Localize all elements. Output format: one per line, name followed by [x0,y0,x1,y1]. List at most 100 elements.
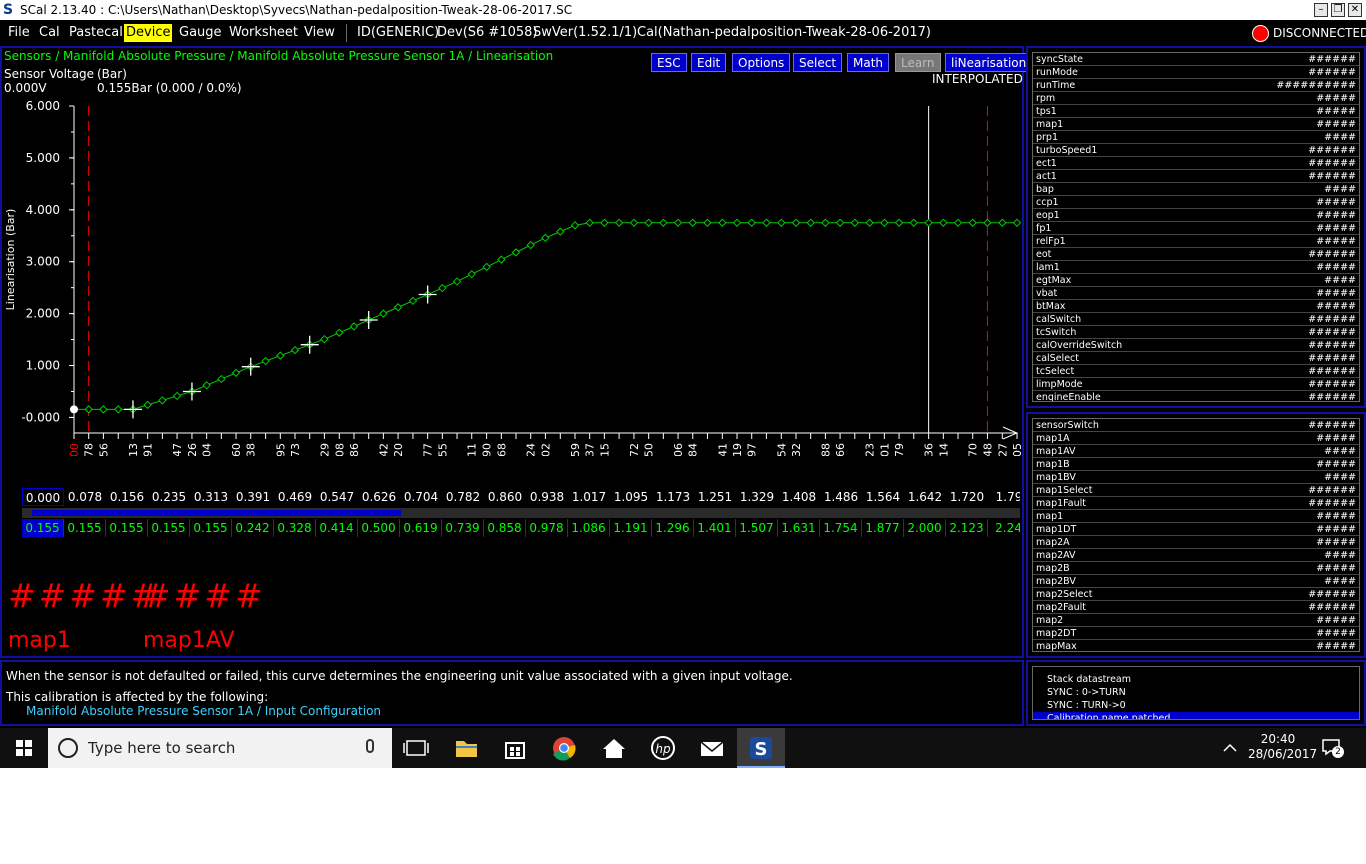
channel-row[interactable]: map2Select ###### [1033,588,1359,601]
value-cell[interactable]: 0.619 [400,519,442,537]
channel-row[interactable]: syncState ###### [1033,53,1359,66]
channel-row[interactable]: tcSwitch ###### [1033,326,1359,339]
data-point[interactable] [276,351,285,360]
value-cell[interactable]: 0.155 [64,519,106,537]
x-cell[interactable]: 0.860 [484,488,526,506]
x-cell[interactable]: 1.329 [736,488,778,506]
channel-row[interactable]: map1BV #### [1033,471,1359,484]
channel-row[interactable]: map1 ##### [1033,118,1359,131]
minimize-button[interactable]: – [1314,3,1328,17]
channel-row[interactable]: map2B ##### [1033,562,1359,575]
value-cell[interactable]: 0.328 [274,519,316,537]
channel-row[interactable]: calSelect ###### [1033,352,1359,365]
channel-row[interactable]: map2 ##### [1033,614,1359,627]
data-point[interactable] [482,262,491,272]
mail-button[interactable] [688,728,736,768]
x-cell[interactable]: 0.547 [316,488,358,506]
learn-button[interactable]: Learn [895,53,941,72]
value-cell[interactable]: 1.631 [778,519,820,537]
data-point[interactable] [467,269,476,279]
channel-list-map[interactable]: sensorSwitch ###### map1A ##### map1AV #### ma… [1032,418,1360,652]
edit-button[interactable]: Edit [691,53,727,72]
data-point[interactable] [614,218,624,227]
channel-row[interactable]: ccp1 ##### [1033,196,1359,209]
data-point[interactable] [747,218,756,227]
x-cell[interactable]: 1.720 [946,488,988,506]
data-point[interactable] [909,218,918,227]
channel-row[interactable]: btMax ##### [1033,300,1359,313]
data-point[interactable] [556,227,565,236]
marked-point[interactable] [418,285,437,304]
data-point[interactable] [99,405,108,414]
data-point[interactable] [762,218,771,227]
channel-row[interactable]: map1DT ##### [1033,523,1359,536]
value-cell[interactable]: 0.155 [190,519,232,537]
channel-row[interactable]: egtMax #### [1033,274,1359,287]
linearisation-chart[interactable]: 6.000 5.000 4.000 3.000 2.000 1.000 -0.000 Line… [2,96,1022,456]
message-item[interactable]: SYNC : 0->TURN [1033,686,1359,699]
start-button[interactable] [0,728,48,768]
channel-row[interactable]: tps1 ##### [1033,105,1359,118]
data-point[interactable] [349,322,359,331]
menu-gauge[interactable]: Gauge [177,24,224,42]
data-point[interactable] [924,218,933,227]
channel-row[interactable]: map1 ##### [1033,510,1359,523]
data-point[interactable] [231,368,241,378]
value-cell[interactable]: 0.155 [22,519,64,537]
channel-row[interactable]: rpm ##### [1033,92,1359,105]
channel-row[interactable]: engineEnable ###### [1033,391,1359,401]
data-point[interactable] [585,218,594,227]
data-point[interactable] [983,218,992,227]
task-view-button[interactable] [392,728,440,768]
value-cell[interactable]: 0.739 [442,519,484,537]
data-point[interactable] [835,218,845,227]
value-cell[interactable]: 0.155 [148,519,190,537]
data-point[interactable] [438,283,447,293]
channel-row[interactable]: mapMax ##### [1033,640,1359,651]
channel-row[interactable]: lam1 ##### [1033,261,1359,274]
store-button[interactable] [491,728,539,768]
scal-taskbar-button[interactable]: S [737,728,785,768]
menu-worksheet[interactable]: Worksheet [227,24,300,42]
channel-row[interactable]: runTime ########## [1033,79,1359,92]
channel-row[interactable]: vbat ##### [1033,287,1359,300]
data-point[interactable] [718,218,727,227]
data-point[interactable] [673,218,683,227]
close-button[interactable]: ✕ [1348,3,1362,17]
file-explorer-button[interactable] [442,728,490,768]
value-cell[interactable]: 1.191 [610,519,652,537]
channel-row[interactable]: map1AV #### [1033,445,1359,458]
x-cell[interactable]: 0.938 [526,488,568,506]
data-point[interactable] [850,218,859,227]
input-configuration-link[interactable]: Manifold Absolute Pressure Sensor 1A / I… [26,704,381,718]
x-cell[interactable]: 0.626 [358,488,400,506]
data-point[interactable] [703,218,712,227]
data-point[interactable] [497,255,506,264]
channel-row[interactable]: sensorSwitch ###### [1033,419,1359,432]
value-cell[interactable]: 2.24 [988,519,1020,537]
menu-device[interactable]: Device [124,24,173,42]
data-point[interactable] [320,335,329,344]
hp-button[interactable]: hp [639,728,687,768]
value-cell[interactable]: 1.507 [736,519,778,537]
value-cell[interactable]: 0.242 [232,519,274,537]
menu-file[interactable]: File [6,24,32,42]
chevron-up-icon[interactable] [1222,740,1238,756]
data-point[interactable] [84,405,93,414]
x-cell[interactable]: 1.79 [988,488,1020,506]
channel-row[interactable]: eop1 ##### [1033,209,1359,222]
select-button[interactable]: Select [793,53,843,72]
restore-button[interactable]: ❐ [1331,3,1345,17]
data-point[interactable] [217,374,226,384]
x-cell[interactable]: 0.078 [64,488,106,506]
channel-row[interactable]: map1A ##### [1033,432,1359,445]
message-item[interactable]: SYNC : TURN->0 [1033,699,1359,712]
value-cell[interactable]: 2.123 [946,519,988,537]
value-cell[interactable]: 1.296 [652,519,694,537]
value-cell[interactable]: 1.401 [694,519,736,537]
value-cell[interactable]: 1.086 [568,519,610,537]
channel-row[interactable]: tcSelect ###### [1033,365,1359,378]
data-point[interactable] [998,218,1007,227]
data-point[interactable] [629,218,639,227]
menu-view[interactable]: View [302,24,337,42]
